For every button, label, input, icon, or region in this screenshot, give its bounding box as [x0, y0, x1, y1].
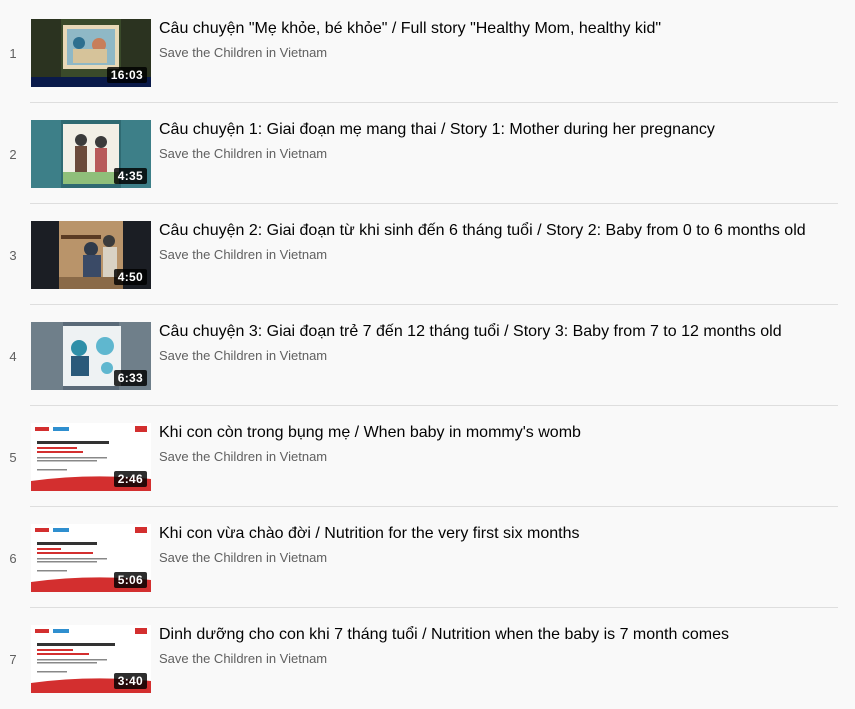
video-meta: Câu chuyện "Mẹ khỏe, bé khỏe" / Full sto…: [159, 18, 809, 60]
channel-name[interactable]: Save the Children in Vietnam: [159, 45, 809, 60]
video-thumbnail[interactable]: 16:03: [31, 19, 151, 87]
video-thumbnail[interactable]: 2:46: [31, 423, 151, 491]
video-thumbnail[interactable]: 3:40: [31, 625, 151, 693]
video-duration: 4:50: [113, 269, 147, 285]
item-index: 6: [9, 551, 17, 566]
video-thumbnail[interactable]: 6:33: [31, 322, 151, 390]
playlist-item[interactable]: 3 4:50 Câu chuyện 2: Giai đoạn từ khi si…: [0, 204, 838, 305]
video-title[interactable]: Câu chuyện 1: Giai đoạn mẹ mang thai / S…: [159, 119, 809, 140]
item-index: 7: [9, 652, 17, 667]
item-index: 5: [9, 450, 17, 465]
playlist-item[interactable]: 4 6:33 Câu chuyện 3: Giai đoạn trẻ 7 đến…: [0, 305, 838, 406]
video-title[interactable]: Câu chuyện "Mẹ khỏe, bé khỏe" / Full sto…: [159, 18, 809, 39]
playlist-item[interactable]: 2 4:35 Câu chuyện 1: Giai đoạn mẹ mang t…: [0, 103, 838, 204]
video-title[interactable]: Câu chuyện 3: Giai đoạn trẻ 7 đến 12 thá…: [159, 321, 809, 342]
video-duration: 3:40: [113, 673, 147, 689]
channel-name[interactable]: Save the Children in Vietnam: [159, 550, 809, 565]
video-meta: Khi con còn trong bụng mẹ / When baby in…: [159, 422, 809, 464]
playlist-item[interactable]: 7 3:40 Dinh dưỡng cho con khi 7 tháng tu…: [0, 608, 838, 709]
video-duration: 4:35: [113, 168, 147, 184]
video-thumbnail[interactable]: 4:35: [31, 120, 151, 188]
playlist-item[interactable]: 5 2:46 Khi con còn trong bụng mẹ / When …: [0, 406, 838, 507]
video-thumbnail[interactable]: 5:06: [31, 524, 151, 592]
playlist-item[interactable]: 6 5:06 Khi con vừa chào đời / Nutrition …: [0, 507, 838, 608]
video-title[interactable]: Khi con vừa chào đời / Nutrition for the…: [159, 523, 809, 544]
video-meta: Câu chuyện 3: Giai đoạn trẻ 7 đến 12 thá…: [159, 321, 809, 363]
item-index: 3: [9, 248, 17, 263]
video-meta: Câu chuyện 2: Giai đoạn từ khi sinh đến …: [159, 220, 809, 262]
video-duration: 2:46: [113, 471, 147, 487]
item-index: 1: [9, 46, 17, 61]
video-meta: Dinh dưỡng cho con khi 7 tháng tuổi / Nu…: [159, 624, 809, 666]
playlist-item[interactable]: 1 16:03 Câu chuyện "Mẹ khỏe, bé khỏe" / …: [0, 2, 838, 103]
video-meta: Khi con vừa chào đời / Nutrition for the…: [159, 523, 809, 565]
video-title[interactable]: Dinh dưỡng cho con khi 7 tháng tuổi / Nu…: [159, 624, 809, 645]
channel-name[interactable]: Save the Children in Vietnam: [159, 247, 809, 262]
video-meta: Câu chuyện 1: Giai đoạn mẹ mang thai / S…: [159, 119, 809, 161]
video-duration: 5:06: [113, 572, 147, 588]
channel-name[interactable]: Save the Children in Vietnam: [159, 348, 809, 363]
video-duration: 16:03: [106, 67, 147, 83]
video-duration: 6:33: [113, 370, 147, 386]
video-thumbnail[interactable]: 4:50: [31, 221, 151, 289]
channel-name[interactable]: Save the Children in Vietnam: [159, 651, 809, 666]
video-title[interactable]: Câu chuyện 2: Giai đoạn từ khi sinh đến …: [159, 220, 809, 241]
video-title[interactable]: Khi con còn trong bụng mẹ / When baby in…: [159, 422, 809, 443]
channel-name[interactable]: Save the Children in Vietnam: [159, 146, 809, 161]
item-index: 2: [9, 147, 17, 162]
channel-name[interactable]: Save the Children in Vietnam: [159, 449, 809, 464]
item-index: 4: [9, 349, 17, 364]
